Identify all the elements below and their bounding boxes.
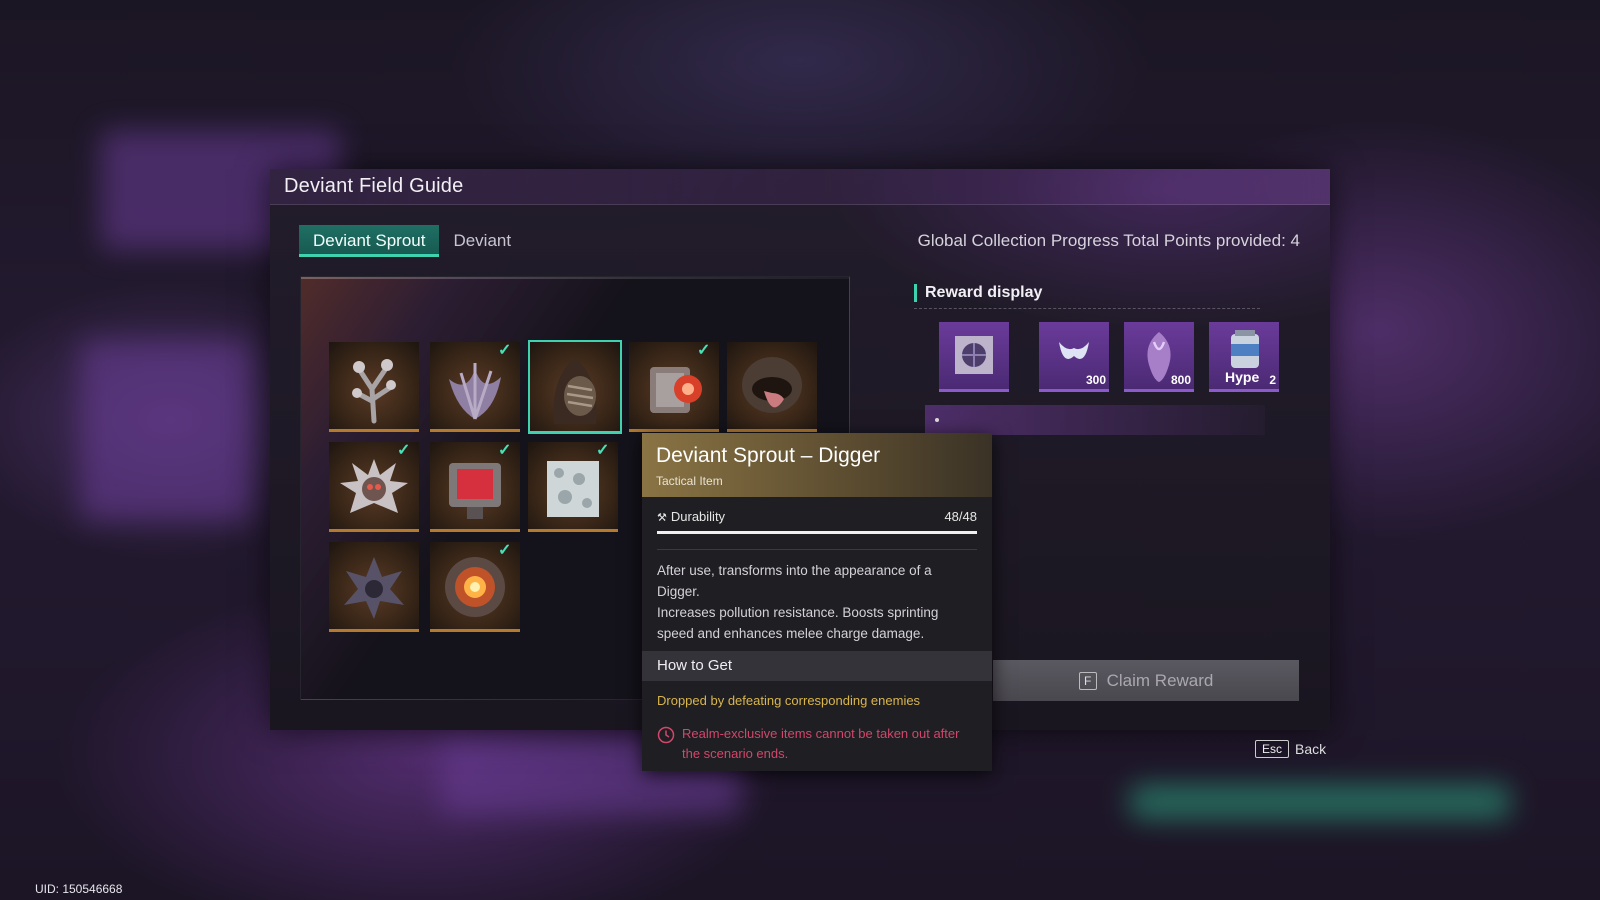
back-label: Back <box>1295 741 1327 757</box>
reward-item-hype[interactable]: Hype 2 <box>1209 322 1279 392</box>
tab-deviant[interactable]: Deviant <box>439 225 525 257</box>
checkmark-icon: ✓ <box>596 442 610 459</box>
fire-orb-creature-icon <box>445 557 505 618</box>
reward-item-crystal-orb[interactable] <box>939 322 1009 392</box>
item-name: Deviant Sprout – Digger <box>656 444 881 467</box>
tooltip-header: Deviant Sprout – Digger Tactical Item <box>642 433 992 497</box>
checkmark-icon: ✓ <box>498 542 512 559</box>
reward-display-label: Reward display <box>914 284 1042 302</box>
realm-warning: Realm-exclusive items cannot be taken ou… <box>657 724 977 764</box>
reward-qty: 2 <box>1269 373 1276 387</box>
durability-row: ⚒ Durability 48/48 <box>657 509 977 539</box>
how-to-get-header: How to Get <box>642 651 992 681</box>
checkmark-icon: ✓ <box>697 342 711 359</box>
item-description: After use, transforms into the appearanc… <box>657 560 977 644</box>
bg-blur <box>80 340 250 520</box>
item-type: Tactical Item <box>656 474 723 488</box>
tab-bar: Deviant Sprout Deviant <box>299 225 525 257</box>
clock-icon <box>657 726 675 744</box>
durability-value: 48/48 <box>944 509 977 524</box>
description-line: After use, transforms into the appearanc… <box>657 563 932 599</box>
grid-item-coral-crystal[interactable] <box>329 342 419 432</box>
grid-item-dark-spike[interactable] <box>329 542 419 632</box>
tv-creature-icon <box>449 463 501 520</box>
claim-reward-button[interactable]: F Claim Reward <box>993 660 1299 701</box>
grid-item-fire-orb[interactable]: ✓ <box>430 542 520 632</box>
crystal-orb-icon <box>955 336 993 374</box>
claim-key-hint: F <box>1078 671 1097 690</box>
item-tooltip: Deviant Sprout – Digger Tactical Item ⚒ D… <box>642 433 992 771</box>
grid-item-purple-coral[interactable]: ✓ <box>430 342 520 432</box>
esc-key-hint: Esc <box>1255 740 1290 758</box>
tab-deviant-sprout[interactable]: Deviant Sprout <box>299 225 440 257</box>
durability-bar <box>657 531 977 534</box>
panel-header: Deviant Field Guide <box>270 169 1330 205</box>
spiky-creature-icon <box>340 459 408 514</box>
divider <box>301 277 849 279</box>
panel-title: Deviant Field Guide <box>284 175 464 197</box>
uid-label: UID: 150546668 <box>35 882 123 896</box>
collection-progress-text: Global Collection Progress Total Points … <box>917 231 1300 250</box>
reward-qty: 800 <box>1170 373 1191 387</box>
durability-label-text: Durability <box>670 509 726 524</box>
purple-coral-icon <box>449 363 501 420</box>
digger-creature-icon <box>553 358 597 425</box>
checkmark-icon: ✓ <box>498 342 512 359</box>
grid-item-white-cube[interactable]: ✓ <box>528 442 618 532</box>
progress-dot <box>935 418 939 422</box>
durability-label: ⚒ Durability <box>657 509 725 524</box>
reward-progress-strip <box>925 405 1265 435</box>
reward-item-m-token[interactable]: 300 <box>1039 322 1109 392</box>
grid-item-digger[interactable] <box>528 340 622 434</box>
back-button[interactable]: Esc Back <box>1255 740 1326 758</box>
tongue-creature-icon <box>742 357 802 414</box>
grid-item-tv-head[interactable]: ✓ <box>430 442 520 532</box>
realm-warning-text: Realm-exclusive items cannot be taken ou… <box>682 726 960 761</box>
dark-spike-creature-icon <box>344 557 404 620</box>
description-line: Increases pollution resistance. Boosts s… <box>657 605 939 641</box>
checkmark-icon: ✓ <box>397 442 411 459</box>
reward-item-purple-creature[interactable]: 800 <box>1124 322 1194 392</box>
bg-blur <box>1130 785 1510 819</box>
drop-info: Dropped by defeating corresponding enemi… <box>657 693 921 708</box>
grid-item-tongue-mouth[interactable] <box>727 342 817 432</box>
reward-hype-label: Hype <box>1225 369 1260 385</box>
grid-item-spiky-skull[interactable]: ✓ <box>329 442 419 532</box>
machine-creature-icon <box>650 367 702 414</box>
coral-creature-icon <box>352 359 396 424</box>
checkmark-icon: ✓ <box>498 442 512 459</box>
claim-reward-label: Claim Reward <box>1106 670 1214 690</box>
cube-creature-icon <box>547 461 599 518</box>
wrench-icon: ⚒ <box>657 512 667 524</box>
reward-qty: 300 <box>1085 373 1106 387</box>
divider <box>657 549 977 550</box>
durability-bar-fill <box>657 531 977 534</box>
divider <box>914 308 1260 309</box>
grid-item-red-eye-machine[interactable]: ✓ <box>629 342 719 432</box>
